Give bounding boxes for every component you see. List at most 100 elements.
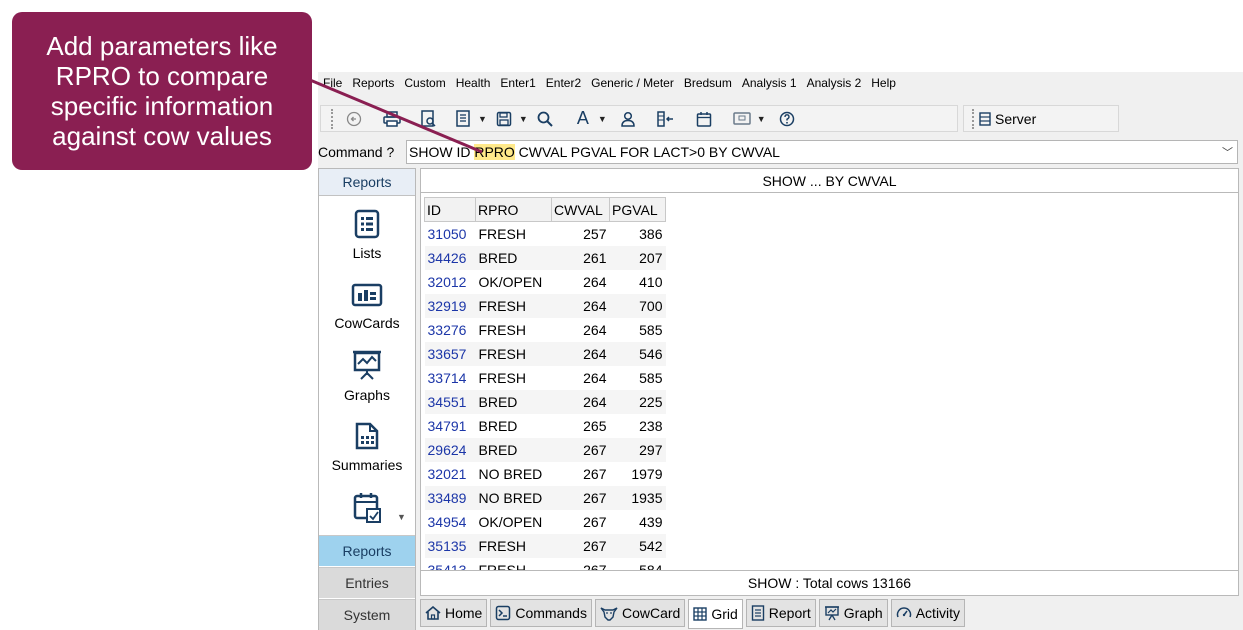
chevron-down-icon[interactable]: ▼ (757, 114, 766, 124)
chevron-down-icon[interactable]: ▼ (598, 114, 607, 124)
table-row[interactable]: 32021 NO BRED 267 1979 (425, 462, 666, 486)
menu-reports[interactable]: Reports (347, 72, 399, 94)
cell-rpro: FRESH (478, 369, 526, 386)
table-row[interactable]: 34551 BRED 264 225 (424, 389, 666, 414)
menu-help[interactable]: Help (866, 72, 901, 94)
server-button[interactable]: Server (995, 111, 1036, 127)
cell-id[interactable]: 32012 (425, 270, 476, 294)
report-button[interactable] (452, 108, 474, 130)
report-book-icon (456, 109, 470, 127)
table-row[interactable]: 31050 FRESH 257 386 (425, 222, 666, 246)
nav-item-label: Summaries (331, 457, 403, 473)
server-group: Server (963, 105, 1119, 132)
cell-id[interactable]: 33276 (425, 318, 476, 342)
table-row[interactable]: 34954 OK/OPEN 267 439 (425, 510, 666, 534)
nav-button-entries[interactable]: Entries (319, 567, 415, 598)
tab-cowcard[interactable]: CowCard (594, 599, 686, 627)
tab-activity[interactable]: Activity (890, 599, 966, 627)
cell-cwval: 267 (551, 437, 610, 462)
nav-item-graphs[interactable]: Graphs (319, 349, 415, 403)
report-panel: SHOW ... BY CWVAL ID RPRO CWVAL PGVAL 31… (420, 168, 1239, 596)
nav-item-events[interactable] (319, 491, 415, 531)
help-button[interactable] (776, 108, 798, 130)
tab-commands[interactable]: Commands (490, 599, 592, 627)
document-search-icon (421, 109, 436, 127)
cell-id[interactable]: 31050 (425, 222, 476, 246)
toolbar-grip[interactable] (972, 108, 975, 129)
table-row[interactable]: 29624 BRED 267 297 (424, 437, 666, 462)
menu-analysis-2[interactable]: Analysis 2 (802, 72, 867, 94)
column-header-pgval[interactable]: PGVAL (609, 197, 666, 222)
table-row[interactable]: 33657 FRESH 264 546 (424, 341, 666, 366)
cell-cwval: 264 (551, 293, 610, 318)
table-row[interactable]: 32919 FRESH 264 700 (424, 293, 666, 318)
table-row[interactable]: 33489 NO BRED 267 1935 (424, 485, 666, 510)
table-row[interactable]: 34426 BRED 261 207 (424, 245, 666, 270)
menu-enter1[interactable]: Enter1 (495, 72, 540, 94)
command-text-after: CWVAL PGVAL FOR LACT>0 BY CWVAL (514, 144, 780, 160)
column-header-rpro[interactable]: RPRO (475, 197, 552, 222)
menu-analysis-1[interactable]: Analysis 1 (737, 72, 802, 94)
cell-pgval: 297 (609, 437, 666, 462)
scroll-down-icon[interactable]: ▼ (397, 512, 406, 522)
cell-id[interactable]: 34954 (425, 510, 476, 534)
command-text-before: SHOW ID (409, 144, 475, 160)
print-button[interactable] (380, 108, 404, 130)
panel-title: SHOW ... BY CWVAL (421, 169, 1238, 193)
columns-button[interactable] (655, 108, 677, 130)
table-row[interactable]: 34791 BRED 265 238 (425, 414, 666, 438)
menu-generic-meter[interactable]: Generic / Meter (586, 72, 679, 94)
menu-custom[interactable]: Custom (399, 72, 450, 94)
tab-graph[interactable]: Graph (818, 599, 888, 627)
font-button[interactable]: A (572, 108, 594, 130)
command-input[interactable]: SHOW ID RPRO CWVAL PGVAL FOR LACT>0 BY C… (406, 140, 1238, 164)
cell-id[interactable]: 34426 (424, 245, 476, 270)
user-icon (621, 111, 635, 127)
tab-home[interactable]: Home (420, 599, 488, 627)
calendar-button[interactable] (693, 108, 715, 130)
search-button[interactable] (534, 108, 556, 130)
menu-enter2[interactable]: Enter2 (541, 72, 586, 94)
chevron-down-icon[interactable]: ▼ (478, 114, 487, 124)
user-button[interactable] (617, 108, 639, 130)
cell-id[interactable]: 35135 (424, 533, 476, 558)
toolbar-grip[interactable] (331, 108, 334, 129)
left-navigation: Reports Lists CowCards Graphs Summaries (318, 168, 416, 630)
cell-rpro: BRED (475, 245, 552, 270)
column-header-cwval[interactable]: CWVAL (551, 197, 610, 222)
cell-id[interactable]: 34551 (424, 389, 476, 414)
cell-id[interactable]: 32919 (424, 293, 476, 318)
menu-bredsum[interactable]: Bredsum (679, 72, 737, 94)
table-row[interactable]: 33276 FRESH 264 585 (425, 318, 666, 342)
nav-button-system[interactable]: System (319, 599, 415, 630)
back-button[interactable] (342, 108, 366, 130)
screen-button[interactable] (731, 108, 753, 130)
cell-id[interactable]: 29624 (424, 437, 476, 462)
cell-id[interactable]: 32021 (425, 462, 476, 486)
table-row[interactable]: 35135 FRESH 267 542 (424, 533, 666, 558)
command-row: Command ? SHOW ID RPRO CWVAL PGVAL FOR L… (318, 140, 1243, 164)
cell-cwval: 264 (583, 273, 607, 290)
toolbar-main-group: ▼ ▼ A ▼ ▼ (320, 105, 958, 132)
print-preview-button[interactable] (416, 108, 440, 130)
table-row[interactable]: 32012 OK/OPEN 264 410 (425, 270, 666, 294)
nav-item-summaries[interactable]: Summaries (319, 421, 415, 473)
chevron-down-icon[interactable]: ﹀ (1222, 144, 1233, 160)
menu-health[interactable]: Health (451, 72, 496, 94)
cell-id[interactable]: 33714 (425, 366, 476, 390)
cell-id[interactable]: 33489 (424, 485, 476, 510)
nav-item-cowcards[interactable]: CowCards (319, 283, 415, 331)
nav-item-lists[interactable]: Lists (319, 209, 415, 261)
table-row[interactable]: 33714 FRESH 264 585 (425, 366, 666, 390)
cell-id[interactable]: 34791 (425, 414, 476, 438)
nav-button-reports[interactable]: Reports (319, 535, 415, 566)
cell-pgval: 542 (609, 533, 666, 558)
save-button[interactable] (493, 108, 515, 130)
chevron-down-icon[interactable]: ▼ (519, 114, 528, 124)
cell-id[interactable]: 33657 (424, 341, 476, 366)
cowcard-icon (351, 283, 383, 307)
tab-report[interactable]: Report (745, 599, 816, 627)
menu-file[interactable]: File (318, 72, 347, 94)
tab-grid[interactable]: Grid (688, 599, 743, 629)
column-header-id[interactable]: ID (424, 197, 476, 222)
